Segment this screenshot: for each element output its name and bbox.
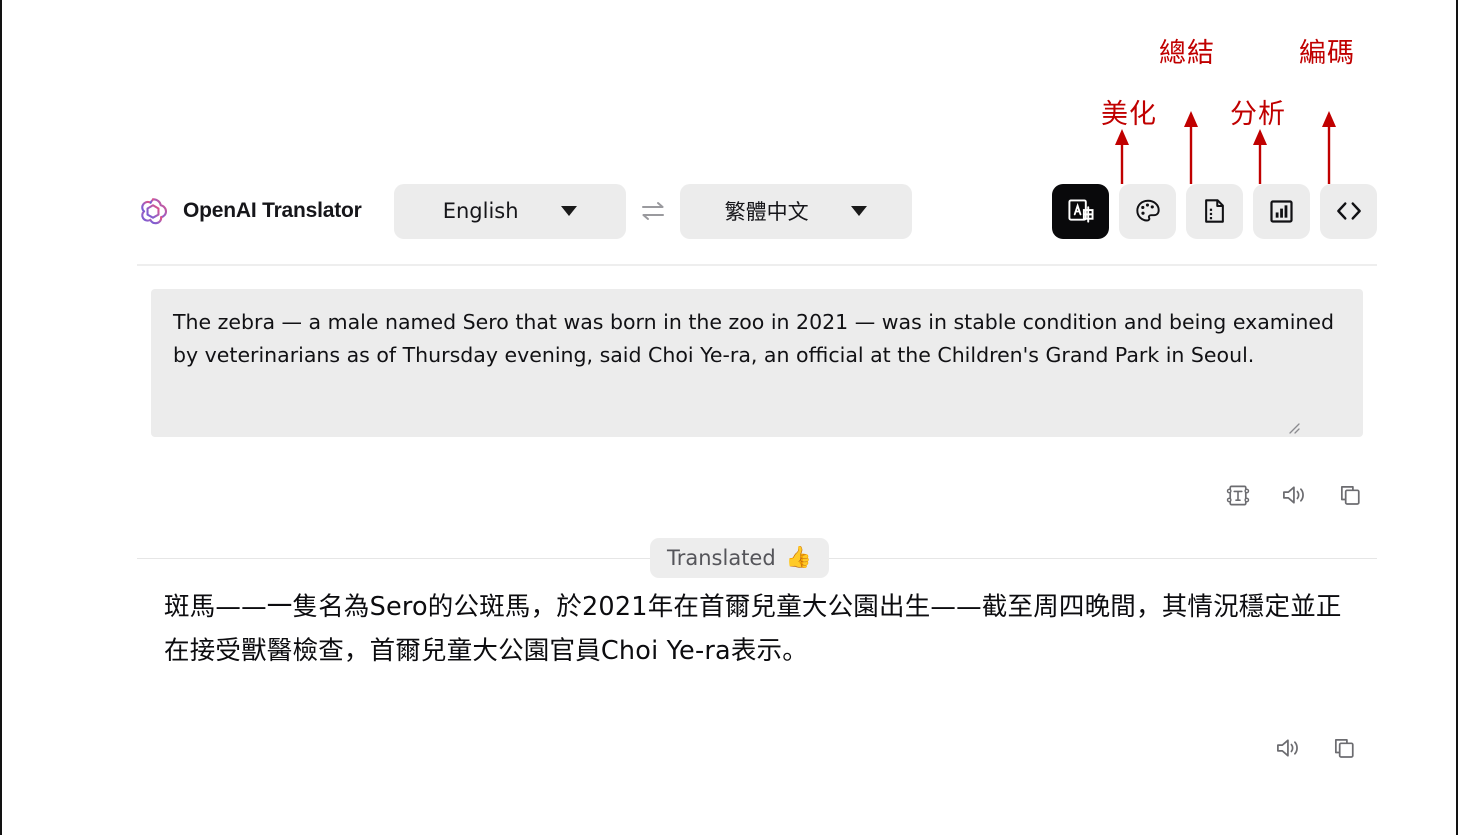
annotation-arrow-analyze bbox=[1253, 129, 1267, 184]
translator-window: 美化 總結 分析 編碼 OpenAI Translator English 繁體… bbox=[0, 0, 1458, 835]
code-brackets-icon bbox=[1336, 202, 1361, 220]
palette-icon bbox=[1135, 199, 1160, 222]
source-actions bbox=[1224, 480, 1364, 510]
app-title: OpenAI Translator bbox=[183, 199, 362, 222]
openai-logo-icon bbox=[141, 198, 168, 225]
toolbar bbox=[1052, 183, 1377, 239]
text-format-button[interactable] bbox=[1224, 480, 1252, 510]
target-language-select[interactable]: 繁體中文 bbox=[679, 183, 912, 239]
toolbar-button-analyze[interactable] bbox=[1253, 183, 1310, 239]
speak-output-button[interactable] bbox=[1274, 733, 1302, 763]
translate-icon bbox=[1068, 198, 1094, 223]
annotation-arrow-polish bbox=[1115, 129, 1129, 184]
app-header: OpenAI Translator English 繁體中文 bbox=[137, 180, 1377, 242]
translated-output-text: 斑馬——一隻名為Sero的公斑馬，於2021年在首爾兒童大公園出生——截至周四晚… bbox=[164, 592, 1342, 666]
annotation-arrow-code bbox=[1322, 111, 1336, 184]
source-language-value: English bbox=[442, 199, 519, 223]
copy-icon bbox=[1340, 485, 1360, 505]
annotation-label-analyze: 分析 bbox=[1230, 99, 1286, 130]
speaker-icon bbox=[1282, 486, 1304, 504]
status-label: Translated bbox=[667, 546, 776, 570]
output-actions bbox=[1274, 733, 1358, 763]
swap-languages-button[interactable] bbox=[626, 191, 680, 231]
document-icon bbox=[1205, 199, 1224, 223]
language-selector-group: English 繁體中文 bbox=[393, 183, 912, 239]
swap-arrows-icon bbox=[641, 202, 664, 220]
chevron-down-icon bbox=[560, 206, 577, 216]
thumbs-up-icon: 👍 bbox=[785, 546, 812, 569]
speaker-icon bbox=[1276, 739, 1298, 757]
target-language-value: 繁體中文 bbox=[724, 200, 809, 224]
annotation-arrow-summarize bbox=[1184, 111, 1198, 184]
toolbar-button-polish[interactable] bbox=[1119, 183, 1176, 239]
copy-output-button[interactable] bbox=[1330, 733, 1358, 763]
speak-source-button[interactable] bbox=[1280, 480, 1308, 510]
annotation-label-code: 編碼 bbox=[1299, 38, 1355, 69]
source-language-select[interactable]: English bbox=[393, 183, 626, 239]
annotation-label-polish: 美化 bbox=[1101, 99, 1157, 130]
toolbar-button-translate[interactable] bbox=[1052, 183, 1109, 239]
toolbar-button-summarize[interactable] bbox=[1186, 183, 1243, 239]
source-text-input[interactable] bbox=[151, 289, 1363, 437]
text-box-icon bbox=[1226, 485, 1250, 505]
brand: OpenAI Translator bbox=[137, 195, 362, 227]
status-badge: Translated 👍 bbox=[650, 538, 829, 578]
annotation-label-summarize: 總結 bbox=[1159, 38, 1215, 69]
bar-chart-icon bbox=[1270, 199, 1293, 223]
toolbar-button-code[interactable] bbox=[1320, 183, 1377, 239]
header-divider bbox=[137, 264, 1377, 266]
chevron-down-icon bbox=[850, 206, 867, 216]
copy-icon bbox=[1334, 738, 1354, 758]
copy-source-button[interactable] bbox=[1336, 480, 1364, 510]
